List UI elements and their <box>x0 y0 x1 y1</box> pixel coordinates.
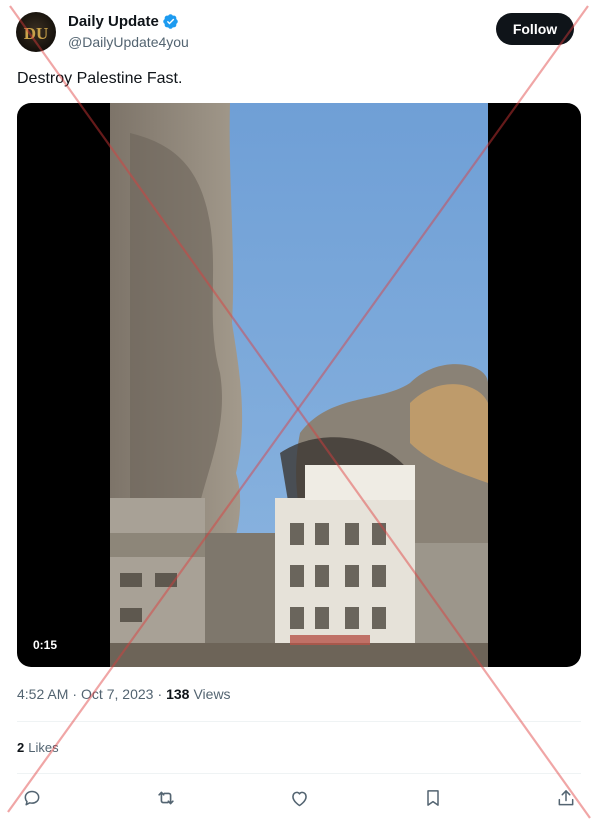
video-timecode: 0:15 <box>27 635 64 655</box>
like-icon <box>291 791 307 806</box>
divider <box>17 721 581 722</box>
retweet-button[interactable] <box>154 786 178 810</box>
video-thumbnail <box>110 103 488 667</box>
tweet-meta: 4:52 AM · Oct 7, 2023 · 138 Views <box>17 686 231 702</box>
likes-link[interactable]: 2 Likes <box>17 740 59 755</box>
meta-separator: · <box>72 686 78 702</box>
likes-count: 2 <box>17 740 25 755</box>
video-frame[interactable] <box>110 103 488 667</box>
meta-separator-2: · <box>157 686 163 702</box>
bookmark-icon <box>427 790 439 806</box>
tweet-text: Destroy Palestine Fast. <box>17 70 183 87</box>
share-button[interactable] <box>554 786 578 810</box>
display-name-text: Daily Update <box>68 13 159 30</box>
svg-text:DU: DU <box>24 24 49 43</box>
reply-button[interactable] <box>20 786 44 810</box>
divider <box>17 773 581 774</box>
follow-button[interactable]: Follow <box>496 13 574 45</box>
views-count: 138 <box>166 686 190 702</box>
reply-icon <box>24 790 40 806</box>
verified-badge-icon <box>162 13 179 30</box>
author-display-name[interactable]: Daily Update <box>68 13 179 30</box>
retweet-icon <box>158 791 174 805</box>
avatar-logo: DU <box>24 24 49 43</box>
views-label: Views <box>193 686 231 702</box>
share-icon <box>558 790 574 806</box>
tweet-time[interactable]: 4:52 AM <box>17 686 68 702</box>
bookmark-button[interactable] <box>421 786 445 810</box>
tweet-date[interactable]: Oct 7, 2023 <box>81 686 153 702</box>
avatar[interactable]: DU <box>16 12 56 52</box>
like-button[interactable] <box>287 786 311 810</box>
author-handle[interactable]: @DailyUpdate4you <box>68 34 189 50</box>
video-player[interactable]: 0:15 <box>17 103 581 667</box>
likes-label: Likes <box>28 740 59 755</box>
